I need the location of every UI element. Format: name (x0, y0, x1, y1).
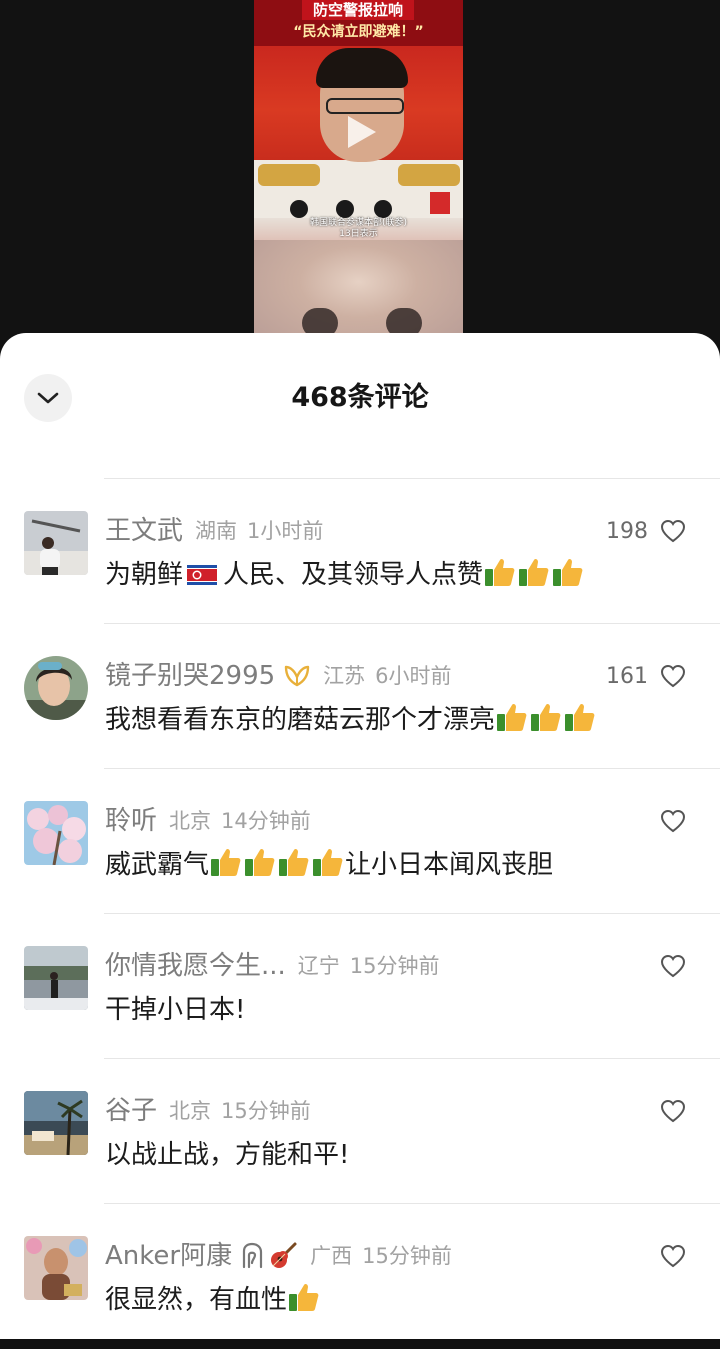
thumbs-up-icon (497, 703, 527, 731)
comment-time: 6小时前 (375, 664, 452, 688)
comment-time: 1小时前 (247, 519, 324, 543)
thai-script-glyph-icon (240, 1241, 266, 1271)
comment-meta: 聆听 北京 14分钟前 (105, 799, 311, 843)
comment-time: 14分钟前 (221, 809, 311, 833)
video-source-logo (430, 192, 450, 214)
video-thumbnail[interactable]: 防空警报拉响 “民众请立即避难！” 韩国联合参谋本部(联参) 13日表示 (254, 0, 463, 345)
video-blurred-lower (254, 240, 463, 345)
video-microphone (290, 200, 308, 218)
comment-count-title: 468条评论 (291, 382, 429, 413)
comment-sheet: 468条评论 王文武 湖南 1小时前 198 为朝鲜 人民、及其领导人点赞 镜子… (0, 333, 720, 1339)
video-banner-subtitle: “民众请立即避难！” (293, 24, 424, 40)
comment-location: 北京 (169, 809, 212, 833)
comment-text: 很显然，有血性 (105, 1280, 321, 1320)
video-figure-hair (316, 48, 408, 88)
comment-text-segment: 我想看看东京的磨菇云那个才漂亮 (105, 705, 496, 735)
comment-location: 辽宁 (297, 954, 340, 978)
comment-meta: 镜子别哭2995 江苏 6小时前 (105, 654, 452, 698)
comment-location: 北京 (169, 1099, 212, 1123)
video-epaulette-left (258, 164, 320, 186)
like-count: 161 (606, 664, 648, 689)
like-count: 198 (606, 519, 648, 544)
comment-username[interactable]: 聆听 (105, 801, 157, 841)
comment-text: 以战止战，方能和平! (105, 1140, 350, 1170)
comment-time: 15分钟前 (362, 1244, 452, 1268)
comment-text-segment: 人民、及其领导人点赞 (223, 560, 484, 590)
heart-icon[interactable] (660, 1099, 686, 1123)
comment-location: 江苏 (323, 664, 366, 688)
avatar[interactable] (24, 511, 88, 575)
north-korea-flag-icon (187, 565, 218, 585)
comment-meta: Anker阿康 广西 15分钟前 (105, 1234, 452, 1278)
thumbs-up-icon (531, 703, 561, 731)
thumbs-up-icon (289, 1283, 319, 1311)
video-caption-line: 韩国联合参谋本部(联参) (309, 218, 408, 228)
comment-item: 你情我愿今生... 辽宁 15分钟前 干掉小日本! (0, 914, 720, 1059)
comment-meta: 谷子 北京 15分钟前 (105, 1089, 311, 1133)
comment-text: 我想看看东京的磨菇云那个才漂亮 (105, 700, 597, 740)
comment-username[interactable]: 王文武 (105, 511, 183, 551)
heart-icon[interactable] (660, 519, 686, 543)
video-caption-line: 13日表示 (339, 229, 378, 239)
thumbs-up-icon (279, 848, 309, 876)
comment-meta: 王文武 湖南 1小时前 (105, 509, 323, 553)
video-microphone (336, 200, 354, 218)
play-icon[interactable] (344, 113, 378, 151)
video-microphone (374, 200, 392, 218)
video-area: 防空警报拉响 “民众请立即避难！” 韩国联合参谋本部(联参) 13日表示 (0, 0, 720, 345)
comment-username[interactable]: 谷子 (105, 1091, 157, 1131)
comment-item: Anker阿康 广西 15分钟前 很显然，有血性 (0, 1204, 720, 1349)
thumbs-up-icon (553, 558, 583, 586)
comment-meta: 你情我愿今生... 辽宁 15分钟前 (105, 944, 440, 988)
comment-text-segment: 让小日本闻风丧胆 (345, 850, 554, 880)
video-figure-glasses (326, 98, 404, 114)
avatar[interactable] (24, 801, 88, 865)
heart-icon[interactable] (660, 664, 686, 688)
comment-location: 广西 (310, 1244, 353, 1268)
comment-item: 镜子别哭2995 江苏 6小时前 161 我想看看东京的磨菇云那个才漂亮 (0, 624, 720, 769)
comment-time: 15分钟前 (221, 1099, 311, 1123)
heart-icon[interactable] (660, 1244, 686, 1268)
comment-location: 湖南 (195, 519, 238, 543)
comment-text: 威武霸气 让小日本闻风丧胆 (105, 845, 553, 885)
avatar[interactable] (24, 946, 88, 1010)
comment-text-segment: 为朝鲜 (105, 560, 184, 590)
thumbs-up-icon (313, 848, 343, 876)
guitar-icon (268, 1241, 298, 1271)
video-banner: 防空警报拉响 “民众请立即避难！” (254, 0, 463, 46)
comment-text: 干掉小日本! (105, 995, 246, 1025)
thumbs-up-icon (245, 848, 275, 876)
comment-username[interactable]: 镜子别哭2995 (105, 656, 275, 696)
avatar[interactable] (24, 1091, 88, 1155)
comment-time: 15分钟前 (349, 954, 440, 978)
comment-item: 聆听 北京 14分钟前 威武霸气 让小日本闻风丧胆 (0, 769, 720, 914)
ribbon-badge-icon (283, 664, 311, 688)
comment-username[interactable]: Anker阿康 (105, 1236, 232, 1276)
thumbs-up-icon (485, 558, 515, 586)
comment-text: 为朝鲜 人民、及其领导人点赞 (105, 555, 585, 595)
comment-text-segment: 很显然，有血性 (105, 1285, 288, 1315)
thumbs-up-icon (565, 703, 595, 731)
thumbs-up-icon (519, 558, 549, 586)
avatar[interactable] (24, 656, 88, 720)
video-epaulette-right (398, 164, 460, 186)
avatar[interactable] (24, 1236, 88, 1300)
video-caption: 韩国联合参谋本部(联参) 13日表示 (254, 218, 463, 240)
comment-item: 谷子 北京 15分钟前 以战止战，方能和平! (0, 1059, 720, 1204)
heart-icon[interactable] (660, 954, 686, 978)
heart-icon[interactable] (660, 809, 686, 833)
comment-item: 王文武 湖南 1小时前 198 为朝鲜 人民、及其领导人点赞 (0, 479, 720, 624)
video-banner-title: 防空警报拉响 (302, 0, 414, 20)
comment-text-segment: 威武霸气 (105, 850, 210, 880)
comment-username[interactable]: 你情我愿今生... (105, 946, 286, 986)
thumbs-up-icon (211, 848, 241, 876)
